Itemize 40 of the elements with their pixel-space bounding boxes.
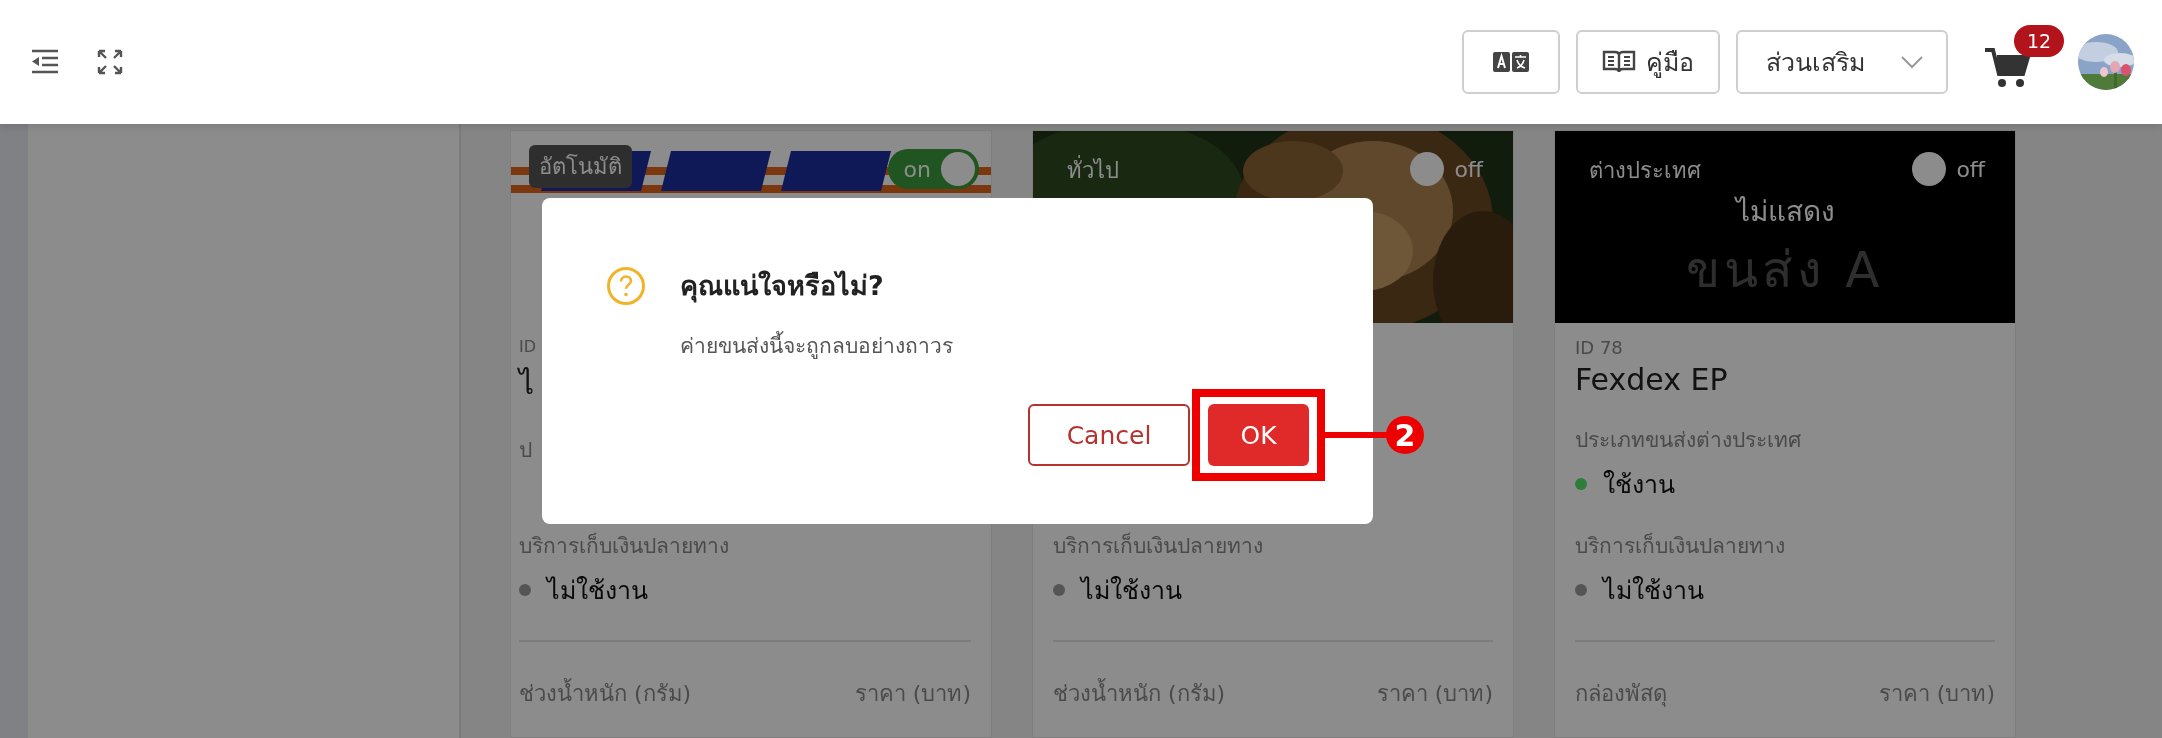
toggle-switch[interactable]: off [1906, 149, 1991, 189]
status-text: ไม่ใช้งาน [1603, 575, 1704, 607]
manual-button[interactable]: คู่มือ [1576, 30, 1720, 94]
status-text: ใช้งาน [1603, 469, 1675, 501]
hidden-label: ไม่แสดง [1735, 194, 1835, 230]
cart-badge: 12 [2014, 25, 2065, 57]
cod-label: บริการเก็บเงินปลายทาง [1053, 531, 1263, 560]
toggle-switch[interactable]: off [1404, 149, 1489, 189]
status-text: ไม่ใช้งาน [1081, 575, 1182, 607]
type-label: ประเภทขนส่งต่างประเทศ [1575, 427, 1801, 454]
carrier-id: ID [519, 337, 537, 356]
dialog-message: ค่ายขนส่งนี้จะถูกลบอย่างถาวร [680, 329, 1309, 362]
type-tag: อัตโนมัติ [529, 145, 632, 188]
carrier-name: ไ [519, 365, 534, 403]
column-header: ราคา (บาท) [1878, 680, 1995, 708]
column-header: ราคา (บาท) [1376, 680, 1493, 708]
outdent-icon[interactable] [30, 49, 60, 75]
column-header: ช่วงน้ำหนัก (กรัม) [1053, 676, 1226, 711]
chevron-down-icon [1900, 55, 1924, 69]
column-header: ช่วงน้ำหนัก (กรัม) [519, 676, 692, 711]
cod-label: บริการเก็บเงินปลายทาง [1575, 531, 1785, 560]
book-icon [1602, 49, 1636, 75]
type-tag: ต่างประเทศ [1589, 153, 1701, 188]
dialog-title: คุณแน่ใจหรือไม่? [680, 269, 884, 305]
column-header: ราคา (บาท) [854, 680, 971, 708]
column-header: กล่องพัสดุ [1575, 680, 1667, 709]
carrier-id: ID 78 [1575, 337, 1623, 358]
cod-label: บริการเก็บเงินปลายทาง [519, 531, 729, 560]
type-tag: ทั่วไป [1067, 153, 1119, 188]
cancel-button[interactable]: Cancel [1028, 404, 1190, 466]
status-text: ไม่ใช้งาน [547, 575, 648, 607]
translate-icon [1493, 51, 1529, 73]
ok-button[interactable]: OK [1208, 404, 1309, 466]
addons-dropdown[interactable]: ส่วนเสริม [1736, 30, 1948, 94]
question-icon [606, 265, 646, 306]
cart-icon[interactable] [1984, 47, 2030, 89]
carrier-name: Fexdex EP [1575, 362, 1728, 397]
fullscreen-icon[interactable] [96, 48, 124, 76]
type-label: ป [519, 437, 532, 464]
translate-button[interactable] [1462, 30, 1560, 94]
